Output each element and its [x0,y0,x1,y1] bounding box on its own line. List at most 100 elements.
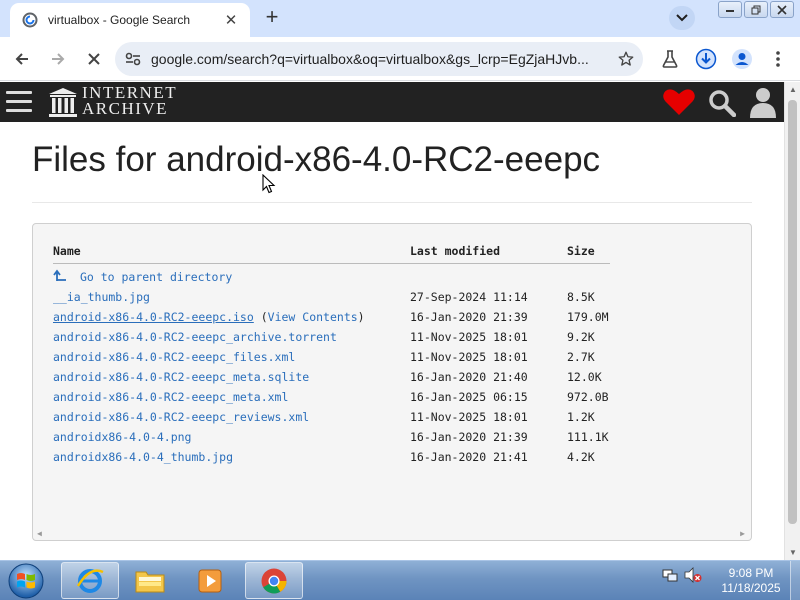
back-button[interactable] [8,45,36,73]
more-vertical-icon [776,51,780,67]
header-last-modified: Last modified [410,244,501,258]
site-info-icon[interactable] [115,52,151,66]
folder-icon [135,571,165,592]
labs-flask-button[interactable] [656,45,684,73]
taskbar-chrome[interactable] [245,562,303,599]
last-modified-cell: 11-Nov-2025 18:01 [410,350,528,364]
tab-search-button[interactable] [669,6,695,30]
file-link[interactable]: android-x86-4.0-RC2-eeepc_meta.xml [53,390,288,404]
size-cell: 972.0B [567,390,609,404]
file-link[interactable]: android-x86-4.0-RC2-eeepc_meta.sqlite [53,370,309,384]
header-size: Size [567,244,595,258]
network-icon[interactable] [662,567,678,583]
file-name-cell: android-x86-4.0-RC2-eeepc_meta.xml [53,387,288,407]
forward-arrow-icon [52,53,65,65]
view-contents-link[interactable]: View Contents [268,310,358,324]
file-link[interactable]: androidx86-4.0-4_thumb.jpg [53,450,233,464]
title-divider [32,202,752,203]
page-title: Files for android-x86-4.0-RC2-eeepc [32,140,601,179]
mouse-cursor-icon [262,174,276,194]
address-bar[interactable]: google.com/search?q=virtualbox&oq=virtua… [115,42,643,76]
stop-loading-button[interactable] [80,45,108,73]
size-cell: 111.1K [567,430,609,444]
bookmark-star-icon[interactable] [609,50,643,68]
download-icon [695,48,717,70]
browser-tab[interactable]: virtualbox - Google Search ✕ [10,3,250,37]
size-cell: 4.2K [567,450,595,464]
last-modified-cell: 11-Nov-2025 18:01 [410,410,528,424]
last-modified-cell: 16-Jan-2020 21:40 [410,370,528,384]
window-controls [718,1,794,18]
last-modified-cell: 27-Sep-2024 11:14 [410,290,528,304]
size-cell: 2.7K [567,350,595,364]
profile-button[interactable] [728,45,756,73]
logo-line-2: ARCHIVE [82,99,169,118]
search-icon[interactable] [708,89,736,117]
archive-logo-text[interactable]: INTERNET ARCHIVE [82,84,177,118]
scroll-down-icon[interactable]: ▼ [789,548,797,557]
scroll-up-icon[interactable]: ▲ [789,85,797,94]
file-name-cell: android-x86-4.0-RC2-eeepc_archive.torren… [53,327,337,347]
file-link[interactable]: android-x86-4.0-RC2-eeepc.iso [53,310,254,324]
size-cell: 12.0K [567,370,602,384]
avatar-icon [732,49,752,69]
file-name-cell: androidx86-4.0-4.png [53,427,191,447]
file-link[interactable]: android-x86-4.0-RC2-eeepc_reviews.xml [53,410,309,424]
archive-building-logo-icon[interactable] [48,86,78,118]
volume-muted-icon[interactable] [684,567,702,583]
back-arrow-icon [15,53,28,65]
paren-close: ) [357,310,365,324]
file-link[interactable]: androidx86-4.0-4.png [53,430,191,444]
file-name-cell: android-x86-4.0-RC2-eeepc_reviews.xml [53,407,309,427]
file-name-cell: android-x86-4.0-RC2-eeepc.iso (View Cont… [53,307,365,327]
taskbar-clock[interactable]: 9:08 PM 11/18/2025 [716,566,786,596]
chrome-icon [261,568,287,593]
web-page: INTERNET ARCHIVE Files for android-x86-4… [0,82,800,560]
hamburger-menu-icon[interactable] [6,91,32,113]
file-link[interactable]: __ia_thumb.jpg [53,290,150,304]
file-listing: Name Last modified Size Go to parent dir… [32,223,752,541]
media-player-icon [198,569,222,592]
size-cell: 8.5K [567,290,595,304]
file-link[interactable]: android-x86-4.0-RC2-eeepc_files.xml [53,350,295,364]
new-tab-button[interactable]: + [260,6,284,30]
file-link[interactable]: android-x86-4.0-RC2-eeepc_archive.torren… [53,330,337,344]
last-modified-cell: 16-Jan-2020 21:41 [410,450,528,464]
scrollbar-thumb[interactable] [788,100,797,524]
forward-button[interactable] [44,45,72,73]
clock-date: 11/18/2025 [721,581,781,595]
start-button[interactable] [6,562,46,600]
close-tab-icon[interactable]: ✕ [222,11,240,29]
user-account-icon[interactable] [748,86,778,118]
parent-directory-link[interactable]: Go to parent directory [80,270,232,284]
file-name-cell: android-x86-4.0-RC2-eeepc_files.xml [53,347,295,367]
last-modified-cell: 16-Jan-2020 21:39 [410,310,528,324]
size-cell: 1.2K [567,410,595,424]
paren-open: ( [253,310,268,324]
taskbar-internet-explorer[interactable] [61,562,119,599]
minimize-button[interactable] [718,1,742,18]
url-text[interactable]: google.com/search?q=virtualbox&oq=virtua… [151,51,609,67]
file-name-cell: androidx86-4.0-4_thumb.jpg [53,447,233,467]
chevron-down-icon [676,14,688,22]
header-divider [53,263,610,264]
minimize-icon [726,9,734,12]
taskbar-media-player[interactable] [181,562,239,599]
horizontal-scrollbar[interactable]: ◀ ▶ [33,526,751,540]
taskbar-windows-explorer[interactable] [121,562,179,599]
donate-heart-icon[interactable] [662,87,696,117]
size-cell: 179.0M [567,310,609,324]
internet-explorer-icon [76,568,104,593]
scroll-right-icon[interactable]: ▶ [740,529,745,538]
header-name: Name [53,244,81,258]
close-window-button[interactable] [770,1,794,18]
scroll-left-icon[interactable]: ◀ [37,529,42,538]
chrome-menu-button[interactable] [764,45,792,73]
arrow-up-left-icon[interactable] [53,269,67,282]
vertical-scrollbar[interactable]: ▲ ▼ [784,82,800,560]
downloads-button[interactable] [692,45,720,73]
restore-button[interactable] [744,1,768,18]
browser-toolbar: google.com/search?q=virtualbox&oq=virtua… [0,37,800,81]
last-modified-cell: 16-Jan-2025 06:15 [410,390,528,404]
show-desktop-button[interactable] [790,561,800,600]
